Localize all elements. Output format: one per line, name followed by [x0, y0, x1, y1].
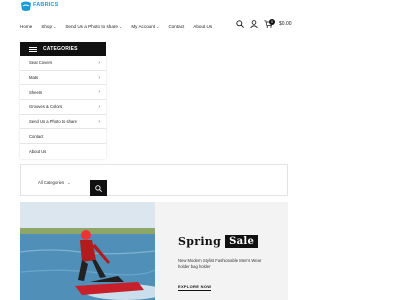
nav-item-label: My Account	[131, 24, 156, 29]
chevron-down-icon: ⌄	[156, 24, 160, 29]
header-actions: 0 $0.00	[236, 19, 292, 28]
chevron-right-icon: ›	[98, 74, 100, 81]
category-label: Mats	[29, 75, 39, 81]
category-item-about-us[interactable]: About Us	[20, 144, 106, 159]
banner-description: New Modern Stylist Fashionable Men's Wea…	[178, 258, 262, 269]
brand-logo[interactable]: FABRICS	[20, 1, 64, 13]
nav-item-my-account[interactable]: My Account ⌄	[131, 24, 159, 29]
category-label: Contact	[29, 133, 44, 139]
search-icon[interactable]	[236, 20, 244, 28]
category-label: About Us	[29, 148, 47, 154]
nav-item-label: Shop	[41, 24, 52, 29]
category-item-sheets[interactable]: Sheets ›	[20, 85, 106, 101]
explore-now-link[interactable]: EXPLORE NOW	[178, 284, 212, 291]
banner-title-word: Spring	[178, 235, 222, 248]
nav-item-shop[interactable]: Shop ⌄	[41, 24, 56, 29]
category-item-contact[interactable]: Contact	[20, 129, 106, 145]
menu-icon	[29, 46, 37, 52]
category-item-mats[interactable]: Mats ›	[20, 71, 106, 86]
cart-count-badge: 0	[269, 19, 275, 25]
nav-item-label: Home	[20, 24, 33, 29]
cart-button[interactable]: 0 $0.00	[264, 19, 292, 28]
product-search: All Categories ⌄	[20, 164, 288, 196]
category-item-send-photo[interactable]: Send Us a Photo to share ›	[20, 115, 106, 130]
category-item-seat-covers[interactable]: Seat Covers ›	[20, 56, 106, 71]
category-label: Grooves & Colors	[29, 104, 63, 110]
category-label: Seat Covers	[29, 60, 53, 66]
category-select-value: All Categories	[38, 180, 65, 185]
categories-list: Seat Covers › Mats › Sheets › Grooves & …	[20, 56, 106, 159]
categories-title: CATEGORIES	[43, 46, 78, 52]
category-item-grooves-colors[interactable]: Grooves & Colors ›	[20, 100, 106, 115]
chevron-right-icon: ›	[98, 59, 100, 66]
banner-image-jetski	[20, 202, 155, 300]
chevron-right-icon: ›	[98, 89, 100, 96]
nav-item-label: About Us	[193, 24, 213, 29]
nav-item-label: Contact	[168, 24, 185, 29]
search-button[interactable]	[90, 180, 107, 196]
category-label: Send Us a Photo to share	[29, 119, 77, 125]
user-icon[interactable]	[250, 20, 258, 28]
category-label: Sheets	[29, 89, 43, 95]
cart-total: $0.00	[279, 21, 292, 27]
chevron-down-icon: ⌄	[53, 24, 57, 29]
brand-name: FABRICS	[33, 2, 59, 8]
nav-item-contact[interactable]: Contact	[168, 24, 184, 29]
nav-item-home[interactable]: Home	[20, 24, 32, 29]
categories-toggle[interactable]: CATEGORIES	[20, 42, 106, 56]
main-nav: Home Shop ⌄ Send Us a Photo to share ⌄ M…	[20, 24, 212, 29]
banner-title-highlight: Sale	[225, 235, 259, 248]
category-select[interactable]: All Categories ⌄	[38, 180, 70, 185]
search-icon	[95, 184, 102, 192]
promo-banner: Spring Sale New Modern Stylist Fashionab…	[20, 202, 288, 300]
banner-title: Spring Sale	[178, 235, 259, 248]
nav-item-label: Send Us a Photo to share	[65, 24, 118, 29]
chevron-down-icon: ⌄	[118, 24, 123, 29]
nav-item-send-photo[interactable]: Send Us a Photo to share ⌄	[65, 24, 122, 29]
chevron-right-icon: ›	[98, 103, 100, 110]
nav-item-about-us[interactable]: About Us	[193, 24, 212, 29]
chevron-down-icon: ⌄	[67, 180, 71, 185]
brand-logo-icon	[21, 1, 31, 11]
chevron-right-icon: ›	[98, 118, 100, 125]
